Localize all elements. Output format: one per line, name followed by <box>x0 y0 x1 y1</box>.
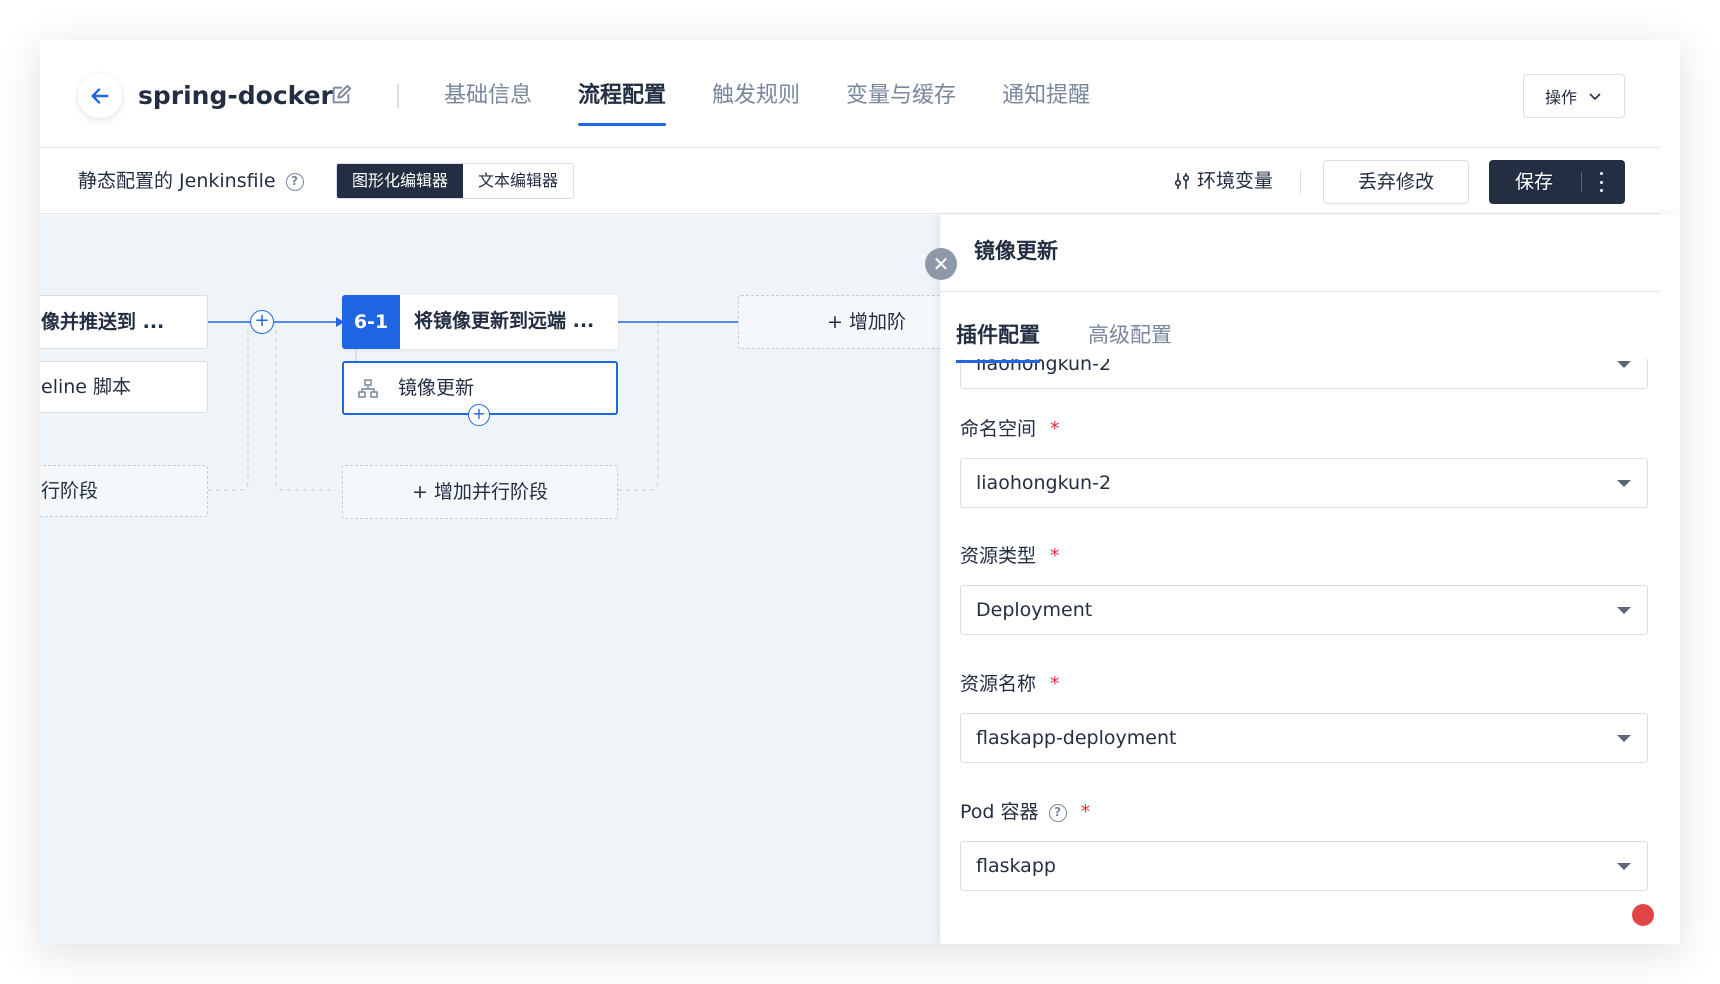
prev-step-label: eline 脚本 <box>41 376 132 398</box>
caret-down-icon <box>1617 735 1631 742</box>
step-config-drawer: 镜像更新 插件配置 高级配置 liaohongkun-2 命名空间 * liaoh… <box>940 215 1680 944</box>
arrow-left-icon <box>91 88 109 104</box>
namespace-select[interactable]: liaohongkun-2 <box>960 458 1648 508</box>
required-mark: * <box>1050 418 1060 440</box>
prev-stage-card[interactable]: 像并推送到 ... <box>40 295 208 349</box>
namespace-label-text: 命名空间 <box>960 418 1037 440</box>
toolbar-divider <box>1300 170 1301 194</box>
editor-mode-switch: 图形化编辑器 文本编辑器 <box>336 163 575 199</box>
close-icon: ✕ <box>932 252 950 276</box>
caret-down-icon <box>1617 480 1631 487</box>
caret-down-icon <box>1617 863 1631 870</box>
namespace-value: liaohongkun-2 <box>976 472 1112 494</box>
resource-type-label: 资源类型 * <box>960 543 1060 569</box>
editor-toolbar: 静态配置的 Jenkinsfile ? 图形化编辑器 文本编辑器 环境变量 丢弃… <box>40 148 1660 214</box>
required-mark: * <box>1050 673 1060 695</box>
record-indicator-icon <box>1632 904 1654 926</box>
add-stage-button[interactable]: + 增加阶 <box>738 295 940 349</box>
add-parallel-stage-label: + 增加并行阶段 <box>412 481 548 503</box>
cluster-select[interactable]: liaohongkun-2 <box>960 359 1648 389</box>
namespace-label: 命名空间 * <box>960 416 1060 442</box>
current-stage-card[interactable]: 6-1 将镜像更新到远端 ... <box>342 295 618 349</box>
chevron-down-icon <box>1589 93 1601 101</box>
prev-add-parallel-label: 行阶段 <box>41 480 99 502</box>
discard-changes-button[interactable]: 丢弃修改 <box>1323 160 1469 204</box>
resource-type-select[interactable]: Deployment <box>960 585 1648 635</box>
jenkinsfile-label: 静态配置的 Jenkinsfile ? <box>78 168 304 194</box>
resource-name-value: flaskapp-deployment <box>976 727 1177 749</box>
tab-basic-info[interactable]: 基础信息 <box>444 80 532 112</box>
tab-variables-cache[interactable]: 变量与缓存 <box>846 80 956 112</box>
tab-trigger-rules[interactable]: 触发规则 <box>712 80 800 112</box>
prev-stage-title: 像并推送到 ... <box>41 311 165 333</box>
resource-name-select[interactable]: flaskapp-deployment <box>960 713 1648 763</box>
app-window: spring-docker 基础信息 流程配置 触发规则 变量与缓存 通知提醒 … <box>40 40 1680 944</box>
save-label: 保存 <box>1515 171 1554 193</box>
add-parallel-stage-button[interactable]: + 增加并行阶段 <box>342 465 618 519</box>
jenkinsfile-text: 静态配置的 Jenkinsfile <box>78 170 276 192</box>
resource-type-label-text: 资源类型 <box>960 545 1037 567</box>
prev-add-parallel[interactable]: 行阶段 <box>40 465 208 517</box>
resource-type-value: Deployment <box>976 599 1093 621</box>
help-icon[interactable]: ? <box>1048 804 1067 822</box>
caret-down-icon <box>1617 607 1631 614</box>
env-variables-label: 环境变量 <box>1197 170 1274 192</box>
tab-advanced-config[interactable]: 高级配置 <box>1088 319 1172 359</box>
resource-name-label: 资源名称 * <box>960 671 1060 697</box>
pod-container-value: flaskapp <box>976 855 1056 877</box>
sliders-icon <box>1174 173 1190 189</box>
save-separator <box>1581 172 1582 192</box>
required-mark: * <box>1050 545 1060 567</box>
operations-label: 操作 <box>1544 88 1577 107</box>
drawer-tabs: 插件配置 高级配置 <box>956 319 1656 363</box>
prev-step-card[interactable]: eline 脚本 <box>40 361 208 413</box>
step-label: 镜像更新 <box>398 377 475 399</box>
required-mark: * <box>1080 801 1091 823</box>
env-variables-button[interactable]: 环境变量 <box>1173 168 1273 194</box>
edit-icon[interactable] <box>330 84 352 106</box>
close-drawer-button[interactable]: ✕ <box>925 248 957 280</box>
back-button[interactable] <box>78 74 122 118</box>
more-vertical-icon[interactable] <box>1599 172 1603 192</box>
help-icon[interactable]: ? <box>285 173 304 191</box>
pipeline-canvas[interactable]: + 像并推送到 ... eline 脚本 行阶段 6-1 将镜像更新到远端 ..… <box>40 215 940 944</box>
add-stage-between-icon[interactable]: + <box>250 310 274 334</box>
drawer-title: 镜像更新 <box>974 239 1058 263</box>
tab-plugin-config[interactable]: 插件配置 <box>956 319 1040 363</box>
header-divider <box>397 84 399 108</box>
hierarchy-icon <box>358 379 378 398</box>
operations-dropdown[interactable]: 操作 <box>1523 74 1625 118</box>
pod-container-select[interactable]: flaskapp <box>960 841 1648 891</box>
save-button[interactable]: 保存 <box>1489 160 1625 204</box>
tab-notifications[interactable]: 通知提醒 <box>1002 80 1090 112</box>
add-stage-label: + 增加阶 <box>827 311 906 333</box>
pod-container-label: Pod 容器 ? * <box>960 799 1090 825</box>
caret-down-icon <box>1617 361 1631 368</box>
drawer-divider <box>940 291 1660 292</box>
plugin-config-form: liaohongkun-2 命名空间 * liaohongkun-2 资源类型 * … <box>960 359 1660 944</box>
page-header: spring-docker 基础信息 流程配置 触发规则 变量与缓存 通知提醒 … <box>40 40 1660 148</box>
resource-name-label-text: 资源名称 <box>960 673 1037 695</box>
main-tabs: 基础信息 流程配置 触发规则 变量与缓存 通知提醒 <box>444 80 1136 126</box>
tab-pipeline-config[interactable]: 流程配置 <box>578 80 667 126</box>
text-editor-button[interactable]: 文本编辑器 <box>463 164 574 198</box>
project-title: spring-docker <box>138 81 333 110</box>
stage-index-badge: 6-1 <box>342 295 400 349</box>
add-step-icon[interactable]: + <box>468 404 490 426</box>
graphical-editor-button[interactable]: 图形化编辑器 <box>337 164 464 198</box>
pod-container-label-text: Pod 容器 <box>960 801 1039 823</box>
